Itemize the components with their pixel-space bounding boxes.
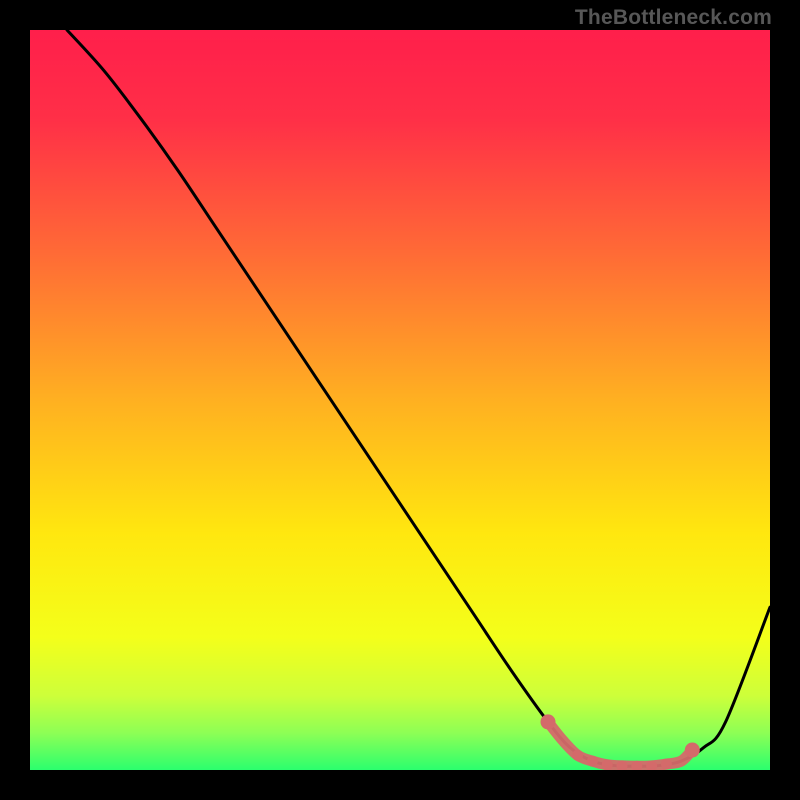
watermark-text: TheBottleneck.com (575, 6, 772, 30)
gradient-background (30, 30, 770, 770)
optimal-band-end-dot (541, 714, 556, 729)
optimal-band-dot (587, 756, 598, 767)
optimal-band-dot (602, 759, 613, 770)
optimal-band-dot (661, 759, 672, 770)
optimal-band-end-dot (685, 743, 700, 758)
bottleneck-chart (30, 30, 770, 770)
chart-frame: TheBottleneck.com (0, 0, 800, 800)
optimal-band-dot (572, 750, 583, 761)
plot-area (30, 30, 770, 770)
